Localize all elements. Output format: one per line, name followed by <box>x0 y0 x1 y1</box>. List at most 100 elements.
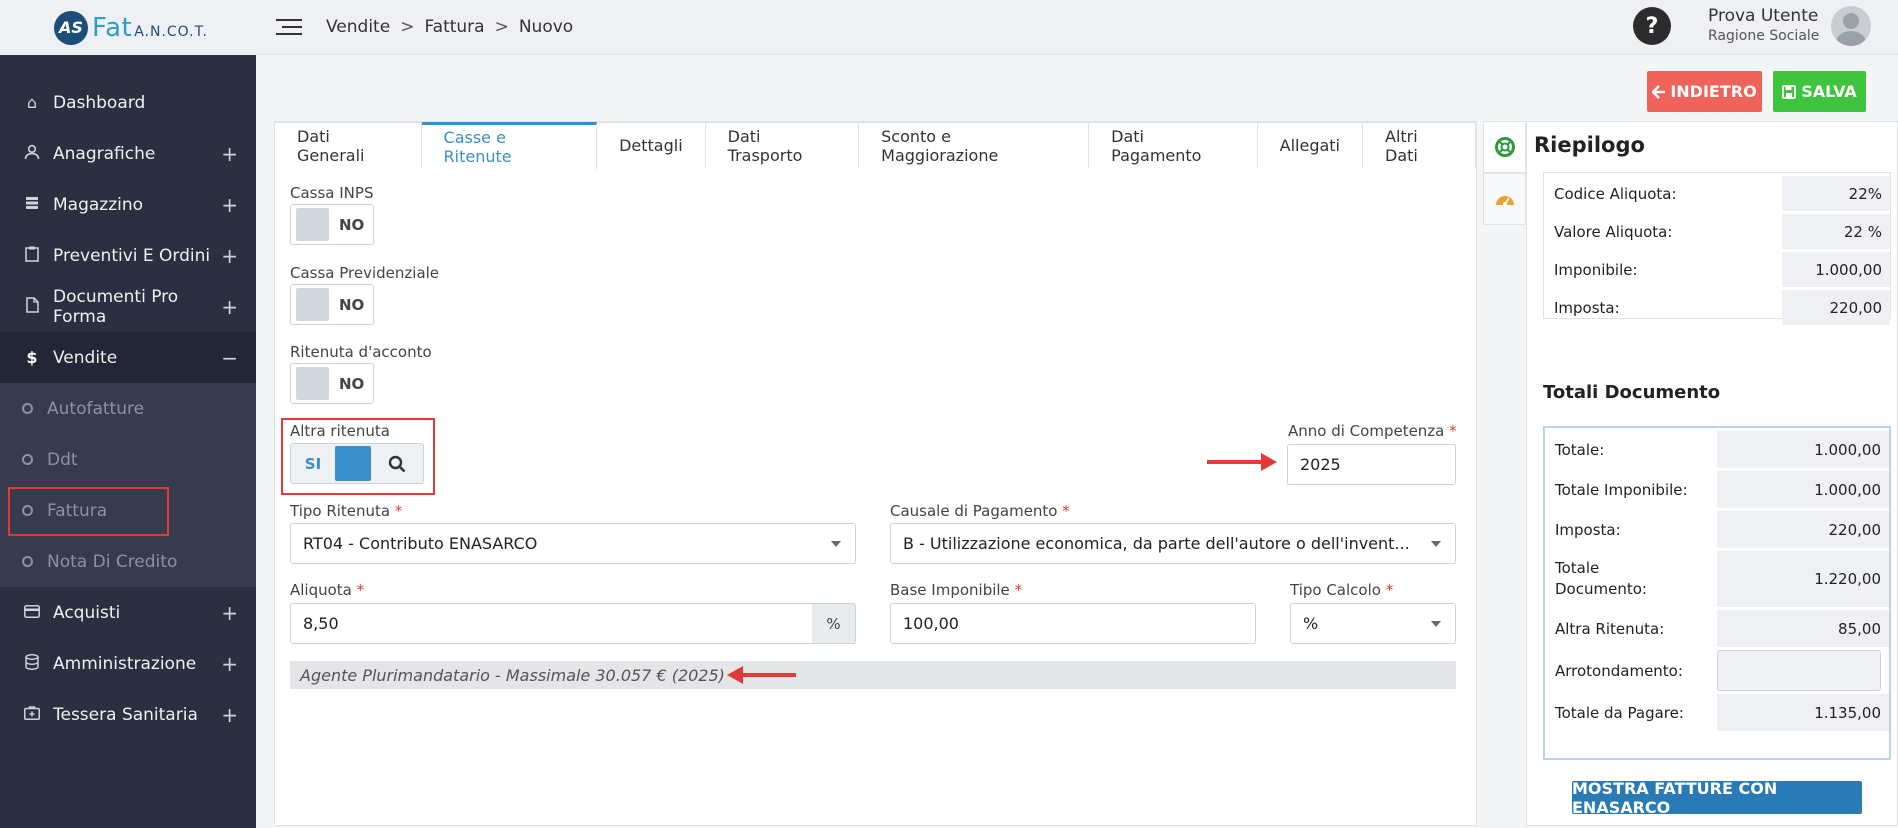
cassa-inps-label: Cassa INPS <box>290 184 374 202</box>
breadcrumb: Vendite > Fattura > Nuovo <box>326 17 573 37</box>
circle-icon <box>22 403 33 414</box>
side-tab-support[interactable] <box>1483 121 1526 173</box>
chevron-down-icon <box>1431 541 1441 547</box>
altra-ritenuta-label: Altra ritenuta <box>290 422 390 440</box>
database-icon <box>22 653 42 674</box>
topbar: Vendite > Fattura > Nuovo ? Prova Utente… <box>256 0 1898 55</box>
save-button[interactable]: SALVA <box>1773 71 1866 112</box>
circle-icon <box>22 454 33 465</box>
dollar-icon: $ <box>26 348 38 367</box>
ritenuta-acconto-label: Ritenuta d'acconto <box>290 343 432 361</box>
tipo-calcolo-label: Tipo Calcolo * <box>1290 581 1394 599</box>
scrollbar-track[interactable] <box>1476 122 1477 827</box>
expand-icon[interactable]: + <box>221 652 238 676</box>
massimale-note: Agente Plurimandatario - Massimale 30.05… <box>290 661 1456 689</box>
sidebar-subitem-fattura[interactable]: Fattura <box>0 485 256 536</box>
tipo-ritenuta-label: Tipo Ritenuta * <box>290 502 403 520</box>
help-icon[interactable]: ? <box>1633 7 1671 45</box>
sidebar-item-proforma[interactable]: Documenti Pro Forma + <box>0 281 256 332</box>
sidebar-item-acquisti[interactable]: Acquisti + <box>0 587 256 638</box>
hamburger-menu-icon[interactable] <box>276 14 302 40</box>
altra-ritenuta-toggle[interactable]: SI <box>290 443 424 484</box>
base-imponibile-input[interactable]: 100,00 <box>890 603 1256 644</box>
breadcrumb-nuovo: Nuovo <box>518 17 574 37</box>
summary-panel: Riepilogo Codice Aliquota: 22% Valore Ali… <box>1526 121 1898 826</box>
sidebar-item-vendite[interactable]: $ Vendite − <box>0 332 256 383</box>
tab-dati-generali[interactable]: Dati Generali <box>275 122 422 168</box>
tipo-calcolo-select[interactable]: % <box>1290 603 1456 644</box>
tab-sconto-maggiorazione[interactable]: Sconto e Maggiorazione <box>859 122 1090 168</box>
expand-icon[interactable]: + <box>221 295 238 319</box>
user-icon <box>22 144 42 164</box>
tab-casse-ritenute[interactable]: Casse e Ritenute <box>421 122 598 169</box>
gauge-icon <box>1495 196 1514 206</box>
circle-icon <box>22 556 33 567</box>
user-info[interactable]: Prova Utente Ragione Sociale <box>1708 6 1819 44</box>
anno-competenza-input[interactable]: 2025 <box>1287 444 1456 485</box>
cassa-previdenziale-toggle[interactable]: NO <box>290 284 374 325</box>
user-company: Ragione Sociale <box>1708 28 1820 44</box>
sidebar-item-magazzino[interactable]: Magazzino + <box>0 179 256 230</box>
sidebar-item-tessera-sanitaria[interactable]: Tessera Sanitaria + <box>0 689 256 740</box>
expand-icon[interactable]: + <box>221 142 238 166</box>
sidebar-subitem-autofatture[interactable]: Autofatture <box>0 383 256 434</box>
expand-icon[interactable]: + <box>221 703 238 727</box>
credit-card-icon <box>22 603 42 622</box>
riepilogo-title: Riepilogo <box>1534 133 1645 157</box>
percent-addon: % <box>812 603 856 644</box>
sidebar-item-anagrafiche[interactable]: Anagrafiche + <box>0 128 256 179</box>
chevron-down-icon <box>831 541 841 547</box>
arrow-left-icon <box>1652 84 1666 99</box>
collapse-icon[interactable]: − <box>221 346 238 370</box>
logo-mark: AS <box>54 10 88 45</box>
breadcrumb-fattura[interactable]: Fattura <box>424 17 484 37</box>
causale-pagamento-select[interactable]: B - Utilizzazione economica, da parte de… <box>890 523 1456 564</box>
tipo-ritenuta-select[interactable]: RT04 - Contributo ENASARCO <box>290 523 856 564</box>
tab-allegati[interactable]: Allegati <box>1257 122 1363 168</box>
summary-row: Imponibile: 1.000,00 <box>1544 252 1890 287</box>
sidebar-item-preventivi[interactable]: Preventivi E Ordini + <box>0 230 256 281</box>
logo[interactable]: AS Fat A.N.CO.T. <box>0 0 256 55</box>
totals-row: Totale Imponibile: 1.000,00 <box>1545 471 1889 508</box>
tab-dati-trasporto[interactable]: Dati Trasporto <box>705 122 860 168</box>
ritenuta-acconto-toggle[interactable]: NO <box>290 363 374 404</box>
expand-icon[interactable]: + <box>221 244 238 268</box>
chevron-down-icon <box>1431 621 1441 627</box>
life-ring-icon <box>1494 137 1515 157</box>
cassa-previdenziale-label: Cassa Previdenziale <box>290 264 440 282</box>
cassa-inps-toggle[interactable]: NO <box>290 204 374 245</box>
toggle-knob <box>335 446 371 481</box>
totals-row: Totale Documento: 1.220,00 <box>1545 551 1889 607</box>
sidebar-subitem-nota-credito[interactable]: Nota Di Credito <box>0 536 256 587</box>
breadcrumb-separator-icon: > <box>494 17 509 37</box>
show-enasarco-invoices-button[interactable]: MOSTRA FATTURE CON ENASARCO <box>1572 779 1862 817</box>
tab-dettagli[interactable]: Dettagli <box>597 122 706 168</box>
toggle-knob <box>296 288 329 321</box>
annotation-arrow-icon <box>1207 453 1277 471</box>
avatar[interactable] <box>1831 6 1871 46</box>
tab-altri-dati[interactable]: Altri Dati <box>1363 122 1476 168</box>
sidebar: AS Fat A.N.CO.T. ⌂ Dashboard Anagrafiche … <box>0 0 256 828</box>
totals-row: Arrotondamento: <box>1545 650 1889 691</box>
expand-icon[interactable]: + <box>221 193 238 217</box>
search-icon[interactable] <box>371 455 423 473</box>
sidebar-item-amministrazione[interactable]: Amministrazione + <box>0 638 256 689</box>
totals-row: Totale da Pagare: 1.135,00 <box>1545 694 1889 731</box>
causale-pagamento-label: Causale di Pagamento * <box>890 502 1070 520</box>
expand-icon[interactable]: + <box>221 601 238 625</box>
circle-icon <box>22 505 33 516</box>
aliquota-input[interactable]: 8,50 <box>290 603 813 644</box>
anno-competenza-label: Anno di Competenza * <box>1288 422 1457 440</box>
back-button[interactable]: INDIETRO <box>1647 71 1762 112</box>
medical-kit-icon <box>22 705 42 724</box>
breadcrumb-vendite[interactable]: Vendite <box>326 17 390 37</box>
arrotondamento-input[interactable] <box>1717 650 1881 691</box>
sidebar-item-dashboard[interactable]: ⌂ Dashboard <box>0 77 256 128</box>
sidebar-subitem-ddt[interactable]: Ddt <box>0 434 256 485</box>
totals-row: Imposta: 220,00 <box>1545 511 1889 548</box>
side-tab-dashboard[interactable] <box>1483 173 1526 225</box>
tab-dati-pagamento[interactable]: Dati Pagamento <box>1089 122 1258 168</box>
totals-row: Altra Ritenuta: 85,00 <box>1545 610 1889 647</box>
base-imponibile-label: Base Imponibile * <box>890 581 1023 599</box>
totali-title: Totali Documento <box>1543 382 1721 403</box>
